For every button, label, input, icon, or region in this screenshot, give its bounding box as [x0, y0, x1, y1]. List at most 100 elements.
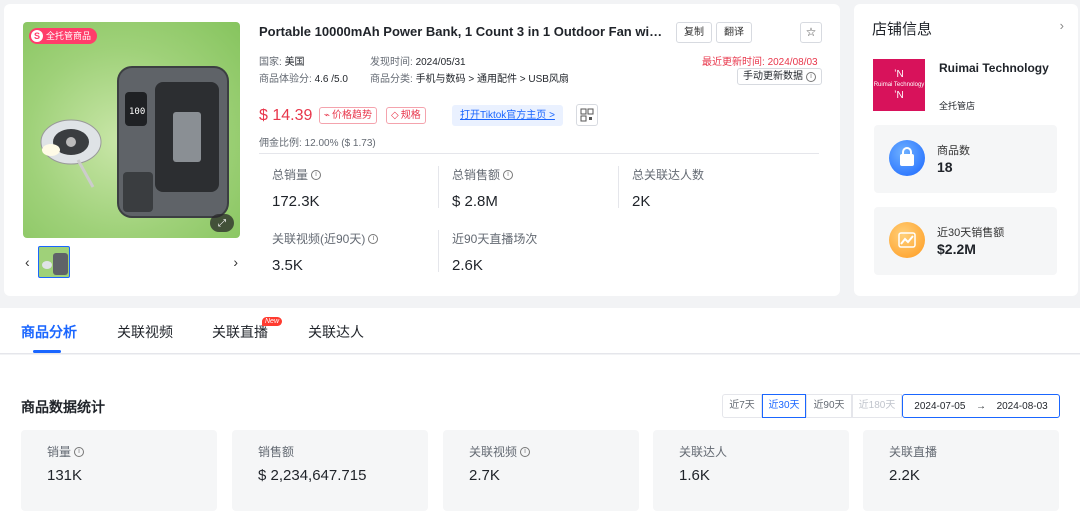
tab-related-creators[interactable]: 关联达人: [308, 322, 364, 342]
category-value[interactable]: 手机与数码 > 通用配件 > USB风扇: [416, 74, 569, 85]
updated-meta: 最近更新时间: 2024/08/03: [702, 53, 818, 68]
metric-sales-volume: 销量 i 131K: [21, 430, 217, 511]
tab-product-analysis[interactable]: 商品分析: [21, 322, 77, 342]
products-label: 商品数: [937, 145, 970, 157]
date-start[interactable]: 2024-07-05: [914, 401, 965, 412]
favorite-star-icon[interactable]: ☆: [800, 22, 822, 43]
store-logo-text: Ruimai Technology: [873, 82, 925, 88]
tab-related-videos[interactable]: 关联视频: [117, 322, 173, 342]
product-title[interactable]: Portable 10000mAh Power Bank, 1 Count 3 …: [259, 24, 664, 39]
metric-related-live: 关联直播 2.2K: [863, 430, 1059, 511]
copy-button[interactable]: 复制: [676, 22, 712, 43]
arrow-right-icon: →: [976, 400, 986, 412]
refresh-label: 手动更新数据: [743, 71, 803, 82]
zoom-icon[interactable]: ⤢: [210, 214, 234, 232]
rating-value: 4.6 /5.0: [314, 74, 348, 85]
store-name[interactable]: Ruimai Technology: [939, 61, 1049, 75]
discovered-meta: 发现时间: 2024/05/31: [370, 53, 466, 68]
range-180d-button: 近180天: [852, 394, 902, 418]
trend-glyph: [898, 232, 916, 248]
stat-label-row: 总销量 i: [272, 166, 322, 183]
metric-value: $ 2,234,647.715: [258, 467, 367, 484]
updated-value: 2024/08/03: [767, 57, 818, 68]
discovered-label: 发现时间:: [370, 57, 413, 68]
info-icon: i: [806, 71, 816, 82]
store-card: 店铺信息 › ʼN Ruimai Technology ʼN Ruimai Te…: [854, 4, 1078, 296]
chevron-right-icon[interactable]: ›: [1060, 18, 1064, 33]
country-label: 国家:: [259, 57, 282, 68]
svg-text:100: 100: [129, 107, 145, 117]
rating-label: 商品体验分:: [259, 74, 312, 85]
stat-related-videos: 关联视频(近90天) i 3.5K: [272, 230, 379, 274]
metric-value: 1.6K: [679, 467, 710, 484]
info-icon: i: [503, 169, 514, 180]
translate-button[interactable]: 翻译: [716, 22, 752, 43]
rating-meta: 商品体验分: 4.6 /5.0: [259, 70, 348, 85]
metric-revenue: 销售额 $ 2,234,647.715: [232, 430, 428, 511]
date-range-picker[interactable]: 2024-07-05 → 2024-08-03: [902, 394, 1060, 418]
stat-value: 2K: [632, 193, 651, 210]
logo-glyph-icon: ʼN: [894, 69, 904, 80]
divider: [438, 166, 439, 208]
discovered-value: 2024/05/31: [415, 57, 466, 68]
country-meta: 国家: 美国: [259, 53, 305, 68]
sales-trend-icon: [889, 222, 925, 258]
metric-value: 2.2K: [889, 467, 920, 484]
stat-live-sessions: 近90天直播场次 2.6K: [452, 230, 537, 274]
metric-value: 2.7K: [469, 467, 500, 484]
stat-label: 关联视频(近90天): [272, 232, 366, 246]
range-90d-button[interactable]: 近90天: [806, 394, 852, 418]
logo-glyph-icon: ʼN: [894, 90, 904, 101]
date-end[interactable]: 2024-08-03: [997, 401, 1048, 412]
metric-label-row: 关联视频 i: [469, 443, 531, 460]
stat-total-sales: 总销量 i 172.3K: [272, 166, 322, 210]
spec-label: 规格: [400, 110, 421, 121]
active-tab-indicator: [33, 350, 61, 353]
metric-label: 关联视频: [469, 445, 518, 459]
spec-button[interactable]: ◇ 规格: [386, 107, 426, 124]
stat-label-row: 近90天直播场次: [452, 230, 537, 247]
chevron-left-icon[interactable]: ‹: [25, 254, 30, 270]
thumbnail-carousel: ‹ ›: [23, 246, 240, 280]
price-trend-label: 价格趋势: [332, 110, 373, 121]
section-title: 商品数据统计: [21, 399, 105, 415]
open-tiktok-link[interactable]: 打开Tiktok官方主页 >: [452, 105, 563, 126]
metric-label: 关联达人: [679, 445, 728, 459]
range-30d-button[interactable]: 近30天: [762, 394, 806, 418]
stat-value: $ 2.8M: [452, 193, 498, 210]
price-trend-button[interactable]: ⌁ 价格趋势: [319, 107, 378, 124]
info-icon: i: [368, 233, 379, 244]
category-meta: 商品分类: 手机与数码 > 通用配件 > USB风扇: [370, 70, 569, 85]
stat-label-row: 关联视频(近90天) i: [272, 230, 379, 247]
product-main-image[interactable]: 100 S 全托管商品 ⤢: [23, 22, 240, 238]
category-label: 商品分类:: [370, 74, 413, 85]
metric-label: 关联直播: [889, 445, 938, 459]
store-products-count: 商品数 18: [874, 125, 1057, 193]
power-bank-fan-illustration: 100: [40, 66, 229, 218]
stat-value: 3.5K: [272, 257, 303, 274]
new-badge: New: [262, 317, 283, 326]
store-section-title: 店铺信息: [872, 21, 933, 38]
chevron-right-icon[interactable]: ›: [233, 254, 238, 270]
updated-label: 最近更新时间:: [702, 57, 765, 68]
thumbnail-image[interactable]: [38, 246, 70, 278]
metric-label-row: 销售额: [258, 443, 294, 460]
tab-related-live[interactable]: 关联直播: [212, 322, 268, 342]
store-logo[interactable]: ʼN Ruimai Technology ʼN: [873, 59, 925, 111]
info-icon: i: [520, 446, 531, 457]
stat-label: 总关联达人数: [632, 168, 705, 182]
stat-value: 2.6K: [452, 257, 483, 274]
store-type-tag: 全托管店: [939, 101, 976, 111]
commission-rate: 佣金比例: 12.00% ($ 1.73): [259, 138, 376, 149]
thumbnail-illustration: [42, 253, 68, 275]
metric-value: 131K: [47, 467, 83, 484]
trend-icon: ⌁: [324, 110, 331, 121]
stat-label: 总销售额: [452, 168, 501, 182]
product-stats-section: 商品数据统计 近7天 近30天 近90天 近180天 2024-07-05 → …: [0, 355, 1080, 511]
qr-code-icon[interactable]: [576, 104, 598, 126]
qr-code-glyph: [580, 108, 594, 122]
divider: [259, 153, 819, 154]
metric-related-videos: 关联视频 i 2.7K: [443, 430, 639, 511]
range-7d-button[interactable]: 近7天: [722, 394, 762, 418]
refresh-data-button[interactable]: 手动更新数据 i: [737, 68, 822, 85]
